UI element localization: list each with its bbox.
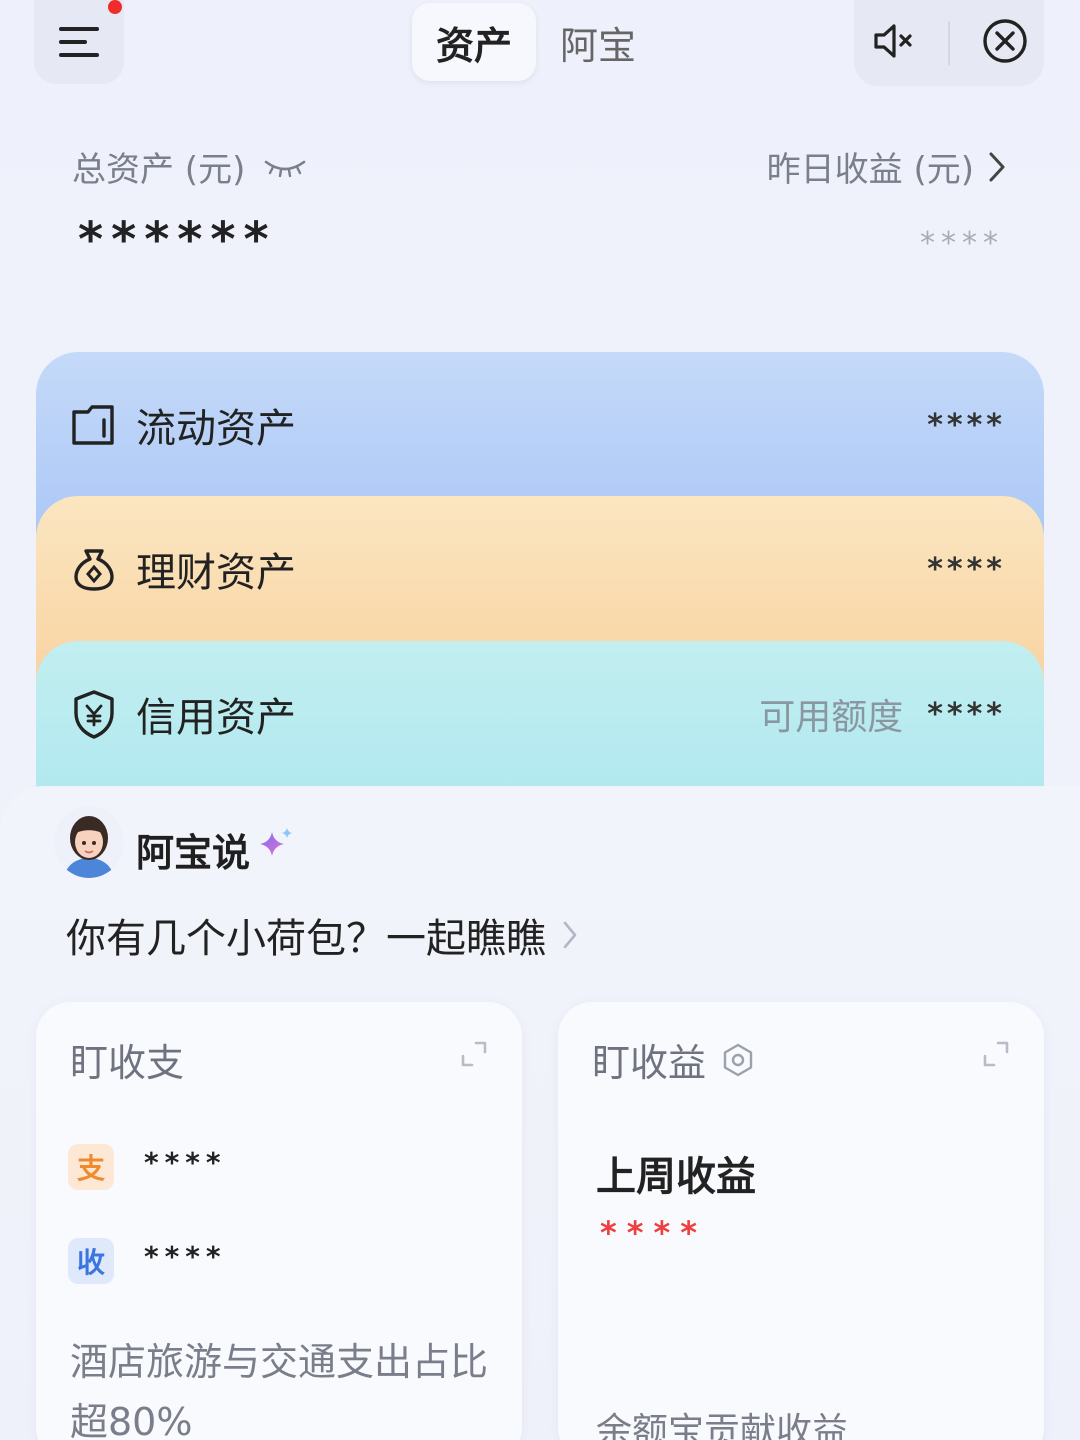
income-value: **** [144, 1240, 227, 1273]
liquid-assets-title: 流动资产 [136, 406, 296, 452]
wealth-assets-value: **** [927, 551, 1006, 587]
avatar [54, 806, 124, 878]
earnings-title-text: 盯收益 [592, 1041, 707, 1085]
spending-title-text: 盯收支 [70, 1041, 185, 1085]
sparkle-icon [260, 828, 292, 856]
earnings-tile[interactable]: 盯收益 上周收益 **** 余额宝贡献收益 [558, 1002, 1044, 1440]
settings-hex-icon[interactable] [722, 1043, 754, 1077]
wallet-icon [72, 405, 114, 445]
total-assets-value: ****** [78, 212, 277, 268]
mute-button[interactable] [870, 18, 916, 68]
earnings-title: 盯收益 [592, 1032, 754, 1087]
close-button[interactable] [982, 18, 1028, 68]
yesterday-earnings-link[interactable]: 昨日收益 (元) [767, 142, 1006, 191]
notification-dot [108, 0, 122, 14]
tab-assets[interactable]: 资产 [412, 3, 537, 81]
menu-icon [59, 27, 99, 57]
liquid-assets-value: **** [927, 407, 1006, 443]
chevron-right-icon [989, 152, 1005, 181]
top-actions [854, 0, 1044, 86]
earnings-insight: 余额宝贡献收益 [596, 1411, 849, 1440]
divider [948, 21, 950, 65]
credit-assets-title: 信用资产 [136, 695, 296, 741]
expand-icon[interactable] [460, 1040, 488, 1068]
abao-message-link[interactable]: 你有几个小荷包？一起瞧瞧 [66, 906, 578, 964]
abao-says-title: 阿宝说 [136, 831, 251, 875]
spending-title: 盯收支 [70, 1032, 184, 1087]
available-limit-label: 可用额度 [759, 697, 904, 738]
expand-icon[interactable] [982, 1040, 1010, 1068]
chevron-right-icon [563, 921, 577, 949]
wealth-assets-title: 理财资产 [136, 550, 296, 596]
menu-button[interactable] [34, 0, 124, 84]
income-badge: 收 [68, 1238, 114, 1284]
tab-abao[interactable]: 阿宝 [536, 3, 660, 81]
avatar-illustration [54, 806, 124, 878]
top-tabs: 资产 阿宝 [412, 2, 660, 82]
total-assets-label: 总资产 (元) [72, 142, 307, 191]
close-circle-icon [983, 19, 1027, 63]
last-week-earnings-value: **** [600, 1214, 707, 1252]
expense-badge: 支 [68, 1144, 114, 1190]
yuan-shield-icon [74, 690, 114, 739]
total-assets-text: 总资产 (元) [72, 150, 246, 190]
yesterday-earnings-value: **** [920, 226, 1004, 261]
speaker-mute-icon [874, 24, 912, 58]
eye-closed-icon[interactable] [263, 156, 307, 178]
abao-message-text: 你有几个小荷包？一起瞧瞧 [66, 916, 546, 962]
yesterday-earnings-text: 昨日收益 (元) [766, 150, 974, 190]
money-bag-icon [74, 549, 114, 591]
spending-insight: 酒店旅游与交通支出占比超80% [70, 1340, 489, 1440]
last-week-earnings-label: 上周收益 [596, 1154, 756, 1200]
credit-assets-value: **** [927, 696, 1006, 732]
spending-tile[interactable]: 盯收支 支 **** 收 **** 酒店旅游与交通支出占比超80% [36, 1002, 522, 1440]
expense-value: **** [144, 1146, 227, 1179]
